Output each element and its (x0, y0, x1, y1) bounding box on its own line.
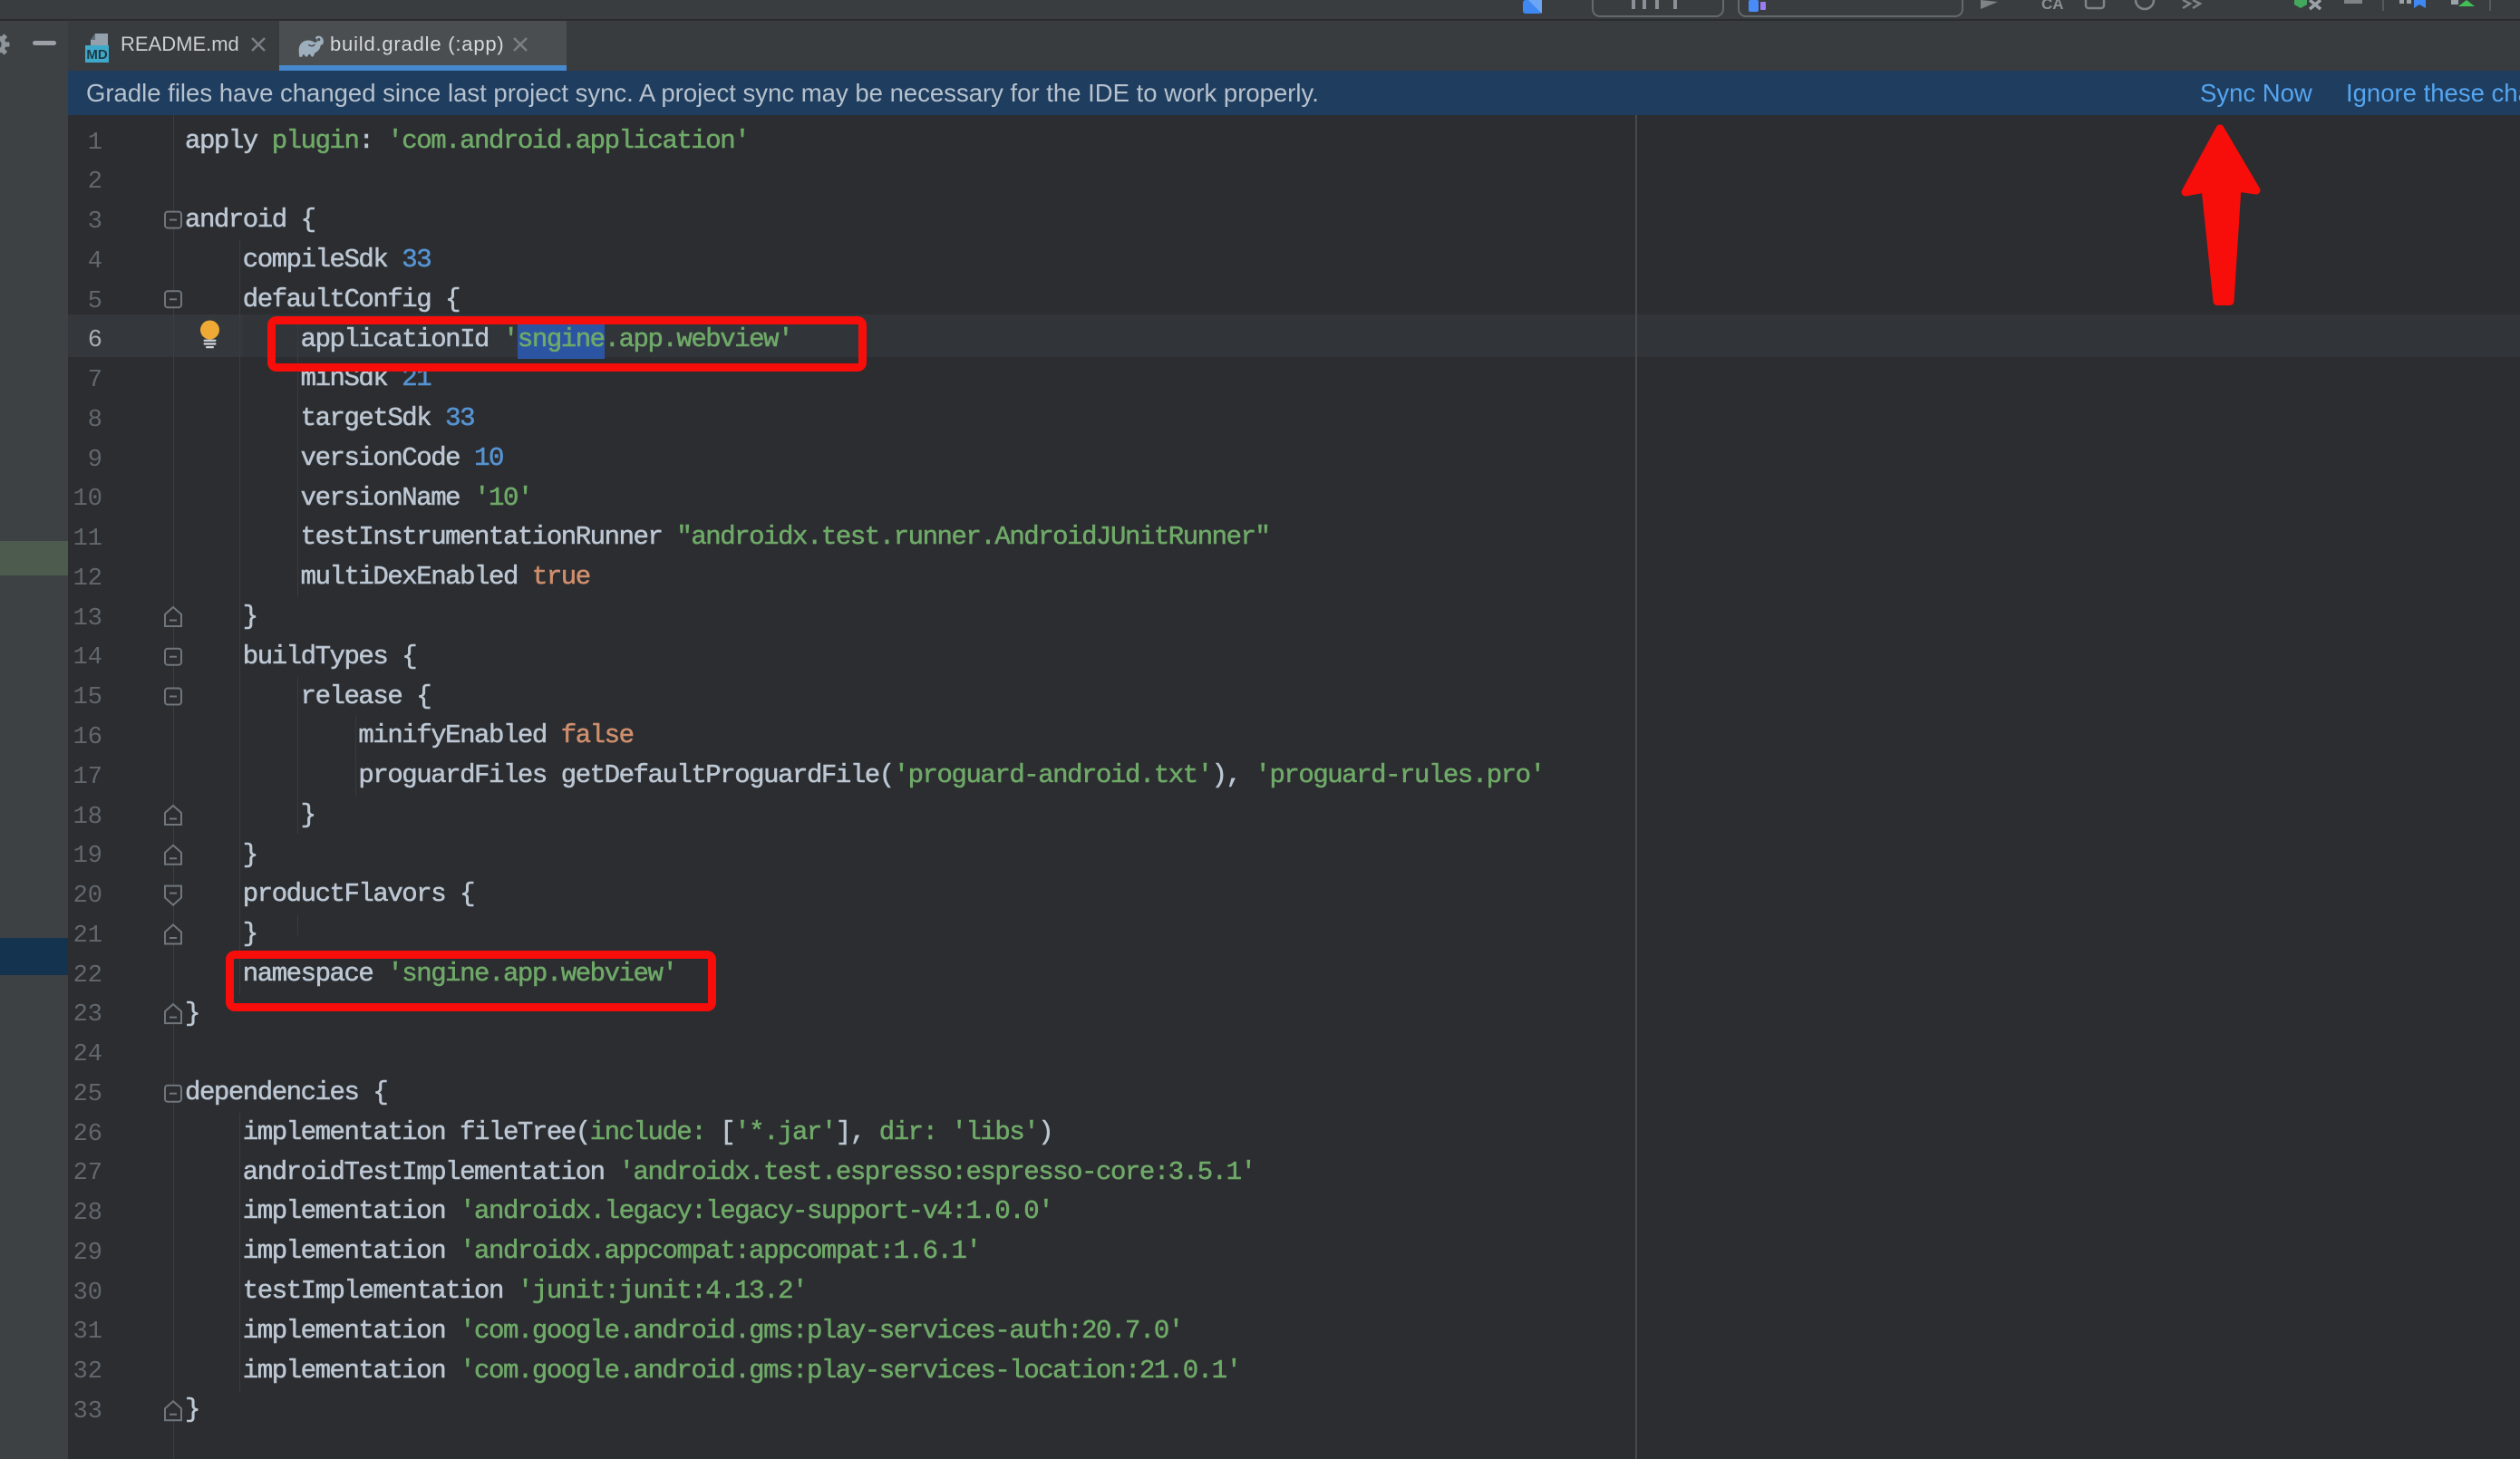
svg-text:CA: CA (2041, 0, 2064, 13)
svg-text:MD: MD (86, 47, 107, 63)
